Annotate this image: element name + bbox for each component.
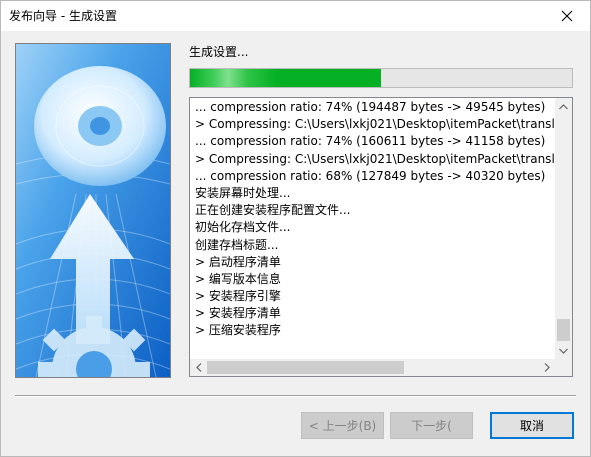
close-button[interactable]: [544, 1, 590, 31]
vertical-scrollbar[interactable]: [555, 98, 572, 359]
horizontal-scroll-thumb[interactable]: [207, 361, 404, 374]
log-line: > 安装程序引擎: [195, 289, 281, 304]
chevron-left-icon: [195, 363, 201, 372]
scroll-down-button[interactable]: [555, 342, 572, 359]
log-line: 创建存档标题...: [195, 237, 279, 252]
publish-wizard-window: 发布向导 - 生成设置 生成设置... ... compression rati…: [0, 0, 591, 457]
log-line: 初始化存档文件...: [195, 220, 291, 235]
log-line: > 启动程序清单: [195, 254, 281, 269]
log-line: > 压缩安装程序: [195, 323, 281, 338]
log-line: > Compressing: C:\Users\lxkj021\Desktop\…: [195, 151, 555, 166]
chevron-down-icon: [559, 348, 568, 354]
vertical-scroll-thumb[interactable]: [557, 319, 570, 341]
log-line: > 安装程序清单: [195, 306, 281, 321]
progress-bar: [189, 68, 573, 88]
title-bar: 发布向导 - 生成设置: [1, 1, 590, 31]
scroll-left-button[interactable]: [190, 359, 207, 376]
log-lines: ... compression ratio: 74% (194487 bytes…: [190, 98, 555, 359]
back-button[interactable]: < 上一步(B): [301, 412, 384, 439]
log-line: > 编写版本信息: [195, 271, 281, 286]
progress-fill: [190, 69, 381, 87]
next-button[interactable]: 下一步(: [390, 412, 473, 439]
log-line: 正在创建安装程序配置文件...: [195, 203, 351, 218]
wizard-body: 生成设置... ... compression ratio: 74% (1944…: [1, 31, 590, 456]
wizard-banner-image: [15, 43, 171, 378]
horizontal-scrollbar[interactable]: [190, 359, 555, 376]
window-title: 发布向导 - 生成设置: [9, 9, 117, 23]
scroll-right-button[interactable]: [538, 359, 555, 376]
step-heading: 生成设置...: [189, 45, 249, 59]
build-log[interactable]: ... compression ratio: 74% (194487 bytes…: [189, 97, 573, 377]
scroll-up-button[interactable]: [555, 98, 572, 115]
cancel-button[interactable]: 取消: [490, 412, 574, 439]
log-line: ... compression ratio: 68% (127849 bytes…: [195, 168, 546, 183]
divider: [15, 395, 576, 397]
log-line: ... compression ratio: 74% (160611 bytes…: [195, 134, 546, 149]
close-icon: [561, 10, 573, 22]
scrollbar-corner: [555, 359, 572, 376]
chevron-up-icon: [559, 103, 568, 109]
log-line: > Compressing: C:\Users\lxkj021\Desktop\…: [195, 117, 555, 132]
chevron-right-icon: [544, 363, 550, 372]
log-line: ... compression ratio: 74% (194487 bytes…: [195, 100, 546, 114]
log-line: 安装屏幕时处理...: [195, 185, 291, 200]
